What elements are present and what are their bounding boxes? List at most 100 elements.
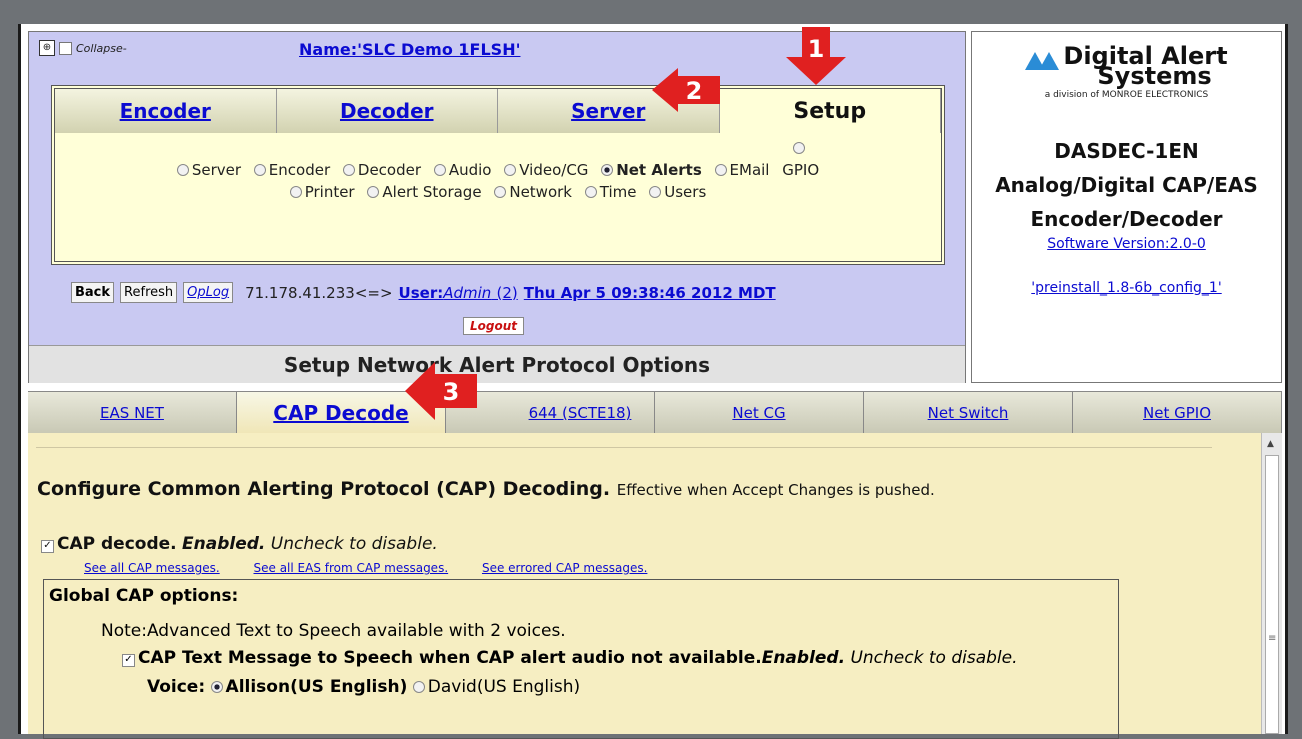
radio-dot[interactable]: [289, 186, 302, 198]
tab-decoder-link[interactable]: Decoder: [340, 99, 434, 123]
radio-time[interactable]: Time: [584, 181, 637, 203]
radio-video-cg[interactable]: Video/CG: [504, 159, 588, 181]
callout-arrow-2: 2: [652, 68, 720, 112]
radio-label: Net Alerts: [616, 161, 702, 179]
tab-encoder[interactable]: Encoder: [55, 89, 277, 133]
speech-enabled: Enabled.: [761, 648, 846, 668]
model-description: Analog/Digital CAP/EAS: [995, 173, 1258, 197]
subtab-link[interactable]: Net Switch: [928, 404, 1009, 422]
radio-label: Server: [191, 161, 242, 179]
radio-alert-storage[interactable]: Alert Storage: [367, 181, 482, 203]
subtab-link[interactable]: Net GPIO: [1143, 404, 1211, 422]
see-all-cap-link[interactable]: See all CAP messages.: [84, 561, 220, 575]
refresh-button[interactable]: Refresh: [120, 282, 178, 303]
radio-label: GPIO: [782, 161, 820, 179]
radio-dot[interactable]: [494, 186, 507, 198]
radio-dot[interactable]: [714, 164, 727, 176]
radio-dot[interactable]: [649, 186, 662, 198]
tab-decoder[interactable]: Decoder: [276, 89, 498, 133]
tab-server-link[interactable]: Server: [571, 99, 645, 123]
tab-setup[interactable]: Setup: [719, 89, 941, 133]
speech-option-label: CAP Text Message to Speech when CAP aler…: [138, 648, 762, 668]
scroll-grip-icon[interactable]: ≡: [1268, 633, 1276, 644]
datetime-link[interactable]: Thu Apr 5 09:38:46 2012 MDT: [524, 284, 776, 302]
radio-audio[interactable]: Audio: [433, 159, 492, 181]
radio-dot[interactable]: [342, 164, 355, 176]
voice-radio-selected[interactable]: [210, 681, 223, 693]
radio-dot[interactable]: [584, 186, 597, 198]
voice-allison[interactable]: Allison(US English): [210, 677, 407, 697]
see-errored-cap-link[interactable]: See errored CAP messages.: [482, 561, 647, 575]
scroll-up-icon[interactable]: ▲: [1267, 439, 1274, 449]
radio-label: Time: [599, 183, 637, 201]
speech-hint: Uncheck to disable.: [850, 648, 1018, 668]
radio-server[interactable]: Server: [176, 159, 242, 181]
subtab-net-cg[interactable]: Net CG: [655, 392, 864, 434]
radio-decoder[interactable]: Decoder: [342, 159, 421, 181]
tab-encoder-link[interactable]: Encoder: [120, 99, 211, 123]
subtab-link[interactable]: Net CG: [732, 404, 785, 422]
voice-radio[interactable]: [412, 681, 425, 693]
page-title: Setup Network Alert Protocol Options: [29, 345, 965, 383]
expand-icon[interactable]: ⊕: [39, 40, 55, 56]
radio-printer[interactable]: Printer: [289, 181, 355, 203]
device-name-link[interactable]: Name:'SLC Demo 1FLSH': [299, 40, 520, 59]
collapse-checkbox[interactable]: [59, 41, 72, 55]
subtab-eas-net[interactable]: EAS NET: [28, 392, 237, 434]
subtab-net-gpio[interactable]: Net GPIO: [1073, 392, 1282, 434]
toolbar: Back Refresh OpLog 71.178.41.233<=> User…: [71, 282, 776, 303]
text-to-speech-option[interactable]: ✓ CAP Text Message to Speech when CAP ale…: [122, 648, 1018, 668]
radio-label: Audio: [448, 161, 492, 179]
model-type: Encoder/Decoder: [1030, 207, 1223, 231]
cap-decode-option[interactable]: ✓ CAP decode. Enabled. Uncheck to disable…: [41, 534, 438, 554]
callout-arrow-3: 3: [405, 362, 477, 420]
sub-tabs: EAS NET CAP Decode 644 (SCTE18) Net CG N…: [28, 391, 1282, 434]
subtab-link[interactable]: CAP Decode: [273, 401, 408, 425]
radio-dot[interactable]: [433, 164, 446, 176]
radio-dot[interactable]: [176, 164, 189, 176]
config-title: Configure Common Alerting Protocol (CAP)…: [37, 478, 935, 500]
radio-label: EMail: [729, 161, 770, 179]
back-button[interactable]: Back: [71, 282, 115, 303]
collapse-control[interactable]: ⊕ Collapse-: [39, 40, 127, 56]
radio-dot[interactable]: [504, 164, 517, 176]
radio-dot-selected[interactable]: [601, 164, 614, 176]
radio-gpio[interactable]: GPIO: [782, 137, 819, 181]
model-info: DASDEC-1EN Analog/Digital CAP/EAS Encode…: [972, 134, 1281, 236]
config-title-text: Configure Common Alerting Protocol (CAP)…: [37, 478, 611, 500]
model-name: DASDEC-1EN: [1054, 139, 1199, 163]
vertical-scrollbar[interactable]: ▲ ≡: [1261, 433, 1282, 734]
radio-users[interactable]: Users: [649, 181, 706, 203]
voice-david[interactable]: David(US English): [412, 677, 581, 697]
global-options-title: Global CAP options:: [49, 586, 239, 606]
radio-net-alerts[interactable]: Net Alerts: [601, 159, 702, 181]
subtab-link[interactable]: EAS NET: [100, 404, 164, 422]
subtab-scte18[interactable]: 644 (SCTE18): [446, 392, 655, 434]
radio-email[interactable]: EMail: [714, 159, 770, 181]
subtab-link[interactable]: 644 (SCTE18): [529, 404, 632, 422]
software-version-link[interactable]: Software Version:2.0-0: [972, 236, 1281, 252]
see-eas-from-cap-link[interactable]: See all EAS from CAP messages.: [254, 561, 449, 575]
config-note: Effective when Accept Changes is pushed.: [616, 481, 935, 499]
voice-david-label: David(US English): [427, 677, 581, 697]
radio-encoder[interactable]: Encoder: [253, 159, 330, 181]
global-cap-options: Global CAP options: Note:Advanced Text t…: [43, 579, 1119, 739]
callout-arrow-1: 1: [786, 27, 846, 85]
config-link[interactable]: 'preinstall_1.8-6b_config_1': [972, 280, 1281, 296]
oplog-button[interactable]: OpLog: [183, 282, 234, 303]
radio-label: Users: [664, 183, 707, 201]
radio-network[interactable]: Network: [494, 181, 572, 203]
radio-dot[interactable]: [793, 142, 806, 154]
subtab-net-switch[interactable]: Net Switch: [864, 392, 1073, 434]
user-link[interactable]: User:Admin (2): [399, 284, 518, 302]
text-to-speech-checkbox[interactable]: ✓: [122, 654, 135, 667]
scroll-track[interactable]: [1265, 455, 1279, 734]
radio-dot[interactable]: [253, 164, 266, 176]
content-area: Configure Common Alerting Protocol (CAP)…: [28, 433, 1282, 739]
main-tabs: Encoder Decoder Server Setup: [55, 89, 941, 133]
cap-decode-checkbox[interactable]: ✓: [41, 540, 54, 553]
logout-button[interactable]: Logout: [463, 317, 525, 335]
callout-number: 1: [808, 35, 825, 63]
cap-decode-enabled: Enabled.: [182, 534, 266, 554]
radio-dot[interactable]: [367, 186, 380, 198]
